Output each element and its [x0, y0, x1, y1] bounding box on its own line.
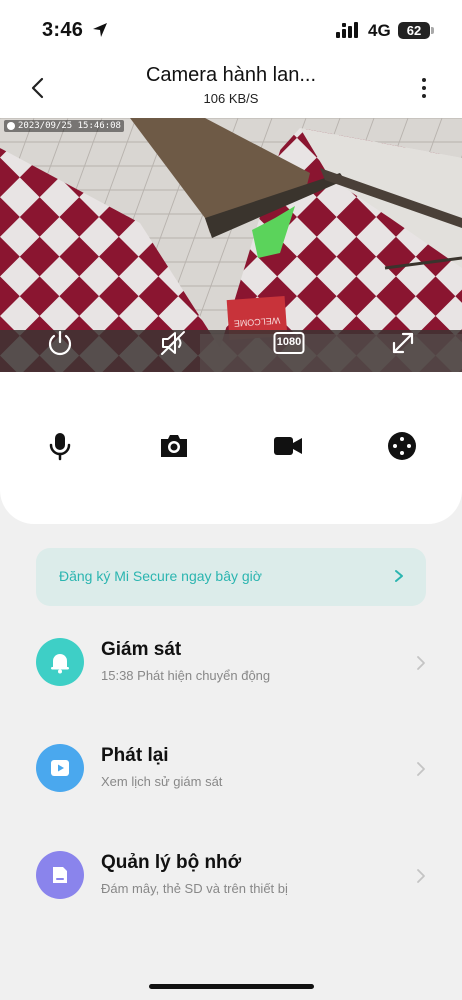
menu-subtitle: Xem lịch sử giám sát: [101, 774, 223, 789]
chevron-right-icon: [414, 760, 428, 778]
camera-feed[interactable]: WELCOME 2023/09/25 15:46:08 1080: [0, 118, 462, 372]
power-icon: [48, 330, 72, 356]
home-indicator[interactable]: [149, 984, 314, 989]
bitrate-label: 106 KB/S: [203, 91, 259, 106]
joystick-icon: [388, 432, 416, 460]
timestamp-overlay: 2023/09/25 15:46:08: [4, 120, 124, 132]
mute-button[interactable]: [158, 328, 188, 358]
menu-item-storage[interactable]: Quản lý bộ nhớ Đám mây, thẻ SD và trên t…: [0, 849, 462, 933]
status-time: 3:46: [42, 19, 84, 41]
video-camera-icon: [274, 437, 302, 455]
mi-secure-banner[interactable]: Đăng ký Mi Secure ngay bây giờ: [36, 548, 426, 606]
network-type: 4G: [368, 21, 391, 40]
speaker-muted-icon: [161, 331, 185, 355]
menu-subtitle: 15:38 Phát hiện chuyển động: [101, 668, 271, 683]
status-bar: 3:46 4G 62: [0, 0, 462, 62]
menu-item-playback[interactable]: Phát lại Xem lịch sử giám sát: [0, 742, 462, 826]
microphone-icon: [49, 433, 71, 461]
chevron-right-icon: [392, 568, 406, 584]
menu-subtitle: Đám mây, thẻ SD và trên thiết bị: [101, 881, 288, 896]
camera-icon: [161, 435, 187, 457]
recording-dot-icon: [7, 122, 15, 130]
menu-title: Phát lại: [101, 745, 169, 766]
power-button[interactable]: [45, 328, 75, 358]
record-video-button[interactable]: [272, 430, 304, 462]
fullscreen-button[interactable]: [388, 328, 418, 358]
battery-tip: [431, 27, 434, 34]
resolution-button[interactable]: 1080: [273, 328, 305, 358]
timestamp-text: 2023/09/25 15:46:08: [18, 121, 121, 131]
play-icon: [36, 744, 84, 792]
promo-text: Đăng ký Mi Secure ngay bây giờ: [59, 568, 262, 584]
resolution-label: 1080: [276, 336, 302, 348]
menu-title: Giám sát: [101, 639, 182, 660]
sd-card-icon: [36, 851, 84, 899]
bell-icon: [36, 638, 84, 686]
fullscreen-icon: [392, 332, 414, 354]
controls-panel: [0, 372, 462, 524]
signal-icon: [336, 22, 360, 43]
menu-title: Quản lý bộ nhớ: [101, 852, 242, 873]
chevron-right-icon: [414, 867, 428, 885]
snapshot-button[interactable]: [158, 430, 190, 462]
location-arrow-icon: [92, 22, 108, 43]
microphone-button[interactable]: [44, 430, 76, 462]
header: Camera hành lan... 106 KB/S: [0, 62, 462, 118]
battery-icon: 62: [398, 22, 430, 39]
direction-control-button[interactable]: [386, 430, 418, 462]
menu-item-monitoring[interactable]: Giám sát 15:38 Phát hiện chuyển động: [0, 636, 462, 720]
more-options-icon[interactable]: [412, 76, 436, 100]
chevron-right-icon: [414, 654, 428, 672]
page-title: Camera hành lan...: [145, 64, 317, 86]
